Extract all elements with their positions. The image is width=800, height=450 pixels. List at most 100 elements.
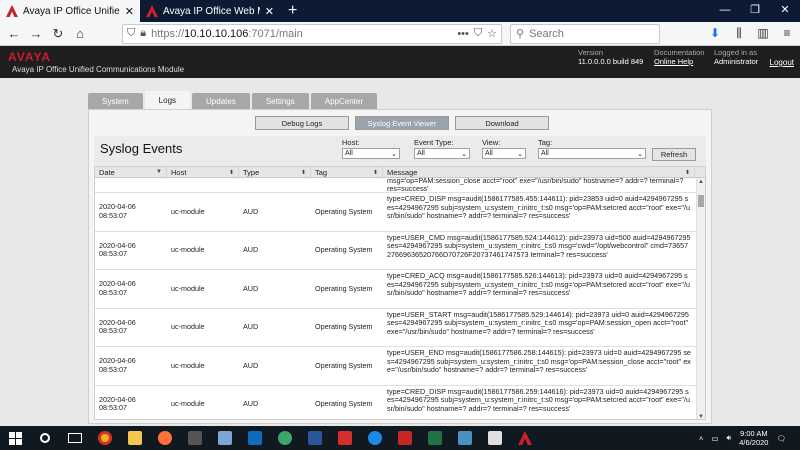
tab-appcenter[interactable]: AppCenter [310, 93, 377, 109]
app-taskbar-icon[interactable] [390, 426, 420, 450]
start-button[interactable] [0, 426, 30, 450]
type-cell: AUD [243, 245, 259, 254]
task-view-button[interactable] [60, 426, 90, 450]
volume-icon[interactable]: 🔊︎ [727, 433, 732, 443]
table-row[interactable]: 2020-04-06 08:53:07 uc-module AUD Operati… [95, 309, 697, 347]
table-row[interactable]: 2020-04-06 08:53:07 uc-module AUD Operati… [95, 270, 697, 309]
table-row[interactable]: 2020-04-06 08:53:07 uc-module AUD Operati… [95, 193, 697, 232]
close-tab-icon[interactable]: ✕ [125, 5, 134, 18]
app-taskbar-icon[interactable] [450, 426, 480, 450]
taskbar-search-button[interactable] [30, 426, 60, 450]
avaya-favicon-icon [146, 5, 158, 17]
home-icon[interactable]: ⌂ [70, 24, 90, 44]
scroll-up-icon[interactable]: ▲ [697, 179, 705, 185]
outlook-taskbar-icon[interactable] [240, 426, 270, 450]
tab-system[interactable]: System [88, 93, 143, 109]
library-icon[interactable]: ⫼ [730, 26, 748, 41]
tag-select[interactable]: All ⌄ [538, 148, 646, 159]
table-row[interactable]: 2020-04-06 08:53:07 uc-module AUD Operati… [95, 386, 697, 420]
debug-logs-button[interactable]: Debug Logs [255, 116, 349, 130]
menu-icon[interactable]: ≡ [778, 26, 796, 41]
table-row[interactable]: 2020-04-06 08:53:07 uc-module AUD Operati… [95, 232, 697, 270]
column-header-type[interactable]: Type ⬍ [239, 167, 311, 177]
avaya-logo: AVAYA [8, 50, 52, 64]
notifications-icon[interactable]: 🗨︎ [776, 434, 786, 443]
acrobat-taskbar-icon[interactable] [330, 426, 360, 450]
chrome-taskbar-icon[interactable] [90, 426, 120, 450]
tab-updates[interactable]: Updates [192, 93, 250, 109]
scroll-down-icon[interactable]: ▼ [697, 414, 705, 419]
online-help-link[interactable]: Online Help [654, 57, 704, 66]
host-select[interactable]: All ⌄ [342, 148, 400, 159]
sort-desc-icon: ▼ [156, 169, 162, 175]
calculator-taskbar-icon[interactable] [180, 426, 210, 450]
event-type-select[interactable]: All ⌄ [414, 148, 470, 159]
excel-taskbar-icon[interactable] [420, 426, 450, 450]
message-cell: type=CRED_ACQ msg=audit(1586177585.526:1… [387, 271, 690, 297]
lock-icon[interactable]: 🔒︎ [140, 27, 146, 40]
back-icon[interactable]: ← [4, 24, 24, 44]
sort-icon: ⬍ [372, 169, 378, 176]
search-input[interactable]: ⚲ Search [510, 23, 660, 44]
host-cell: uc-module [171, 206, 205, 216]
tag-cell: Operating System [315, 283, 373, 293]
download-button[interactable]: Download [455, 116, 549, 130]
table-row[interactable]: msg='op=PAM:session_close acct="root" ex… [95, 178, 697, 193]
new-tab-icon[interactable]: + [280, 0, 305, 22]
browser-tab-bar: Avaya IP Office Unified Commu ✕ Avaya IP… [0, 0, 800, 22]
close-window-icon[interactable]: ✕ [770, 0, 800, 20]
browser-tab-ucm[interactable]: Avaya IP Office Unified Commu ✕ [0, 0, 140, 22]
bookmark-star-icon[interactable]: ☆ [487, 27, 497, 40]
avaya-taskbar-icon[interactable] [510, 426, 540, 450]
host-cell: uc-module [171, 322, 205, 331]
word-taskbar-icon[interactable] [300, 426, 330, 450]
network-icon[interactable]: ▭ [711, 434, 718, 443]
chevron-down-icon: ⌄ [517, 150, 523, 158]
url-host: 10.10.10.106 [184, 27, 249, 40]
browser-tab-title: Avaya IP Office Web Manager [163, 5, 260, 17]
view-select[interactable]: All ⌄ [482, 148, 526, 159]
forward-icon[interactable]: → [26, 24, 46, 44]
globe-taskbar-icon[interactable] [270, 426, 300, 450]
edge-taskbar-icon[interactable] [360, 426, 390, 450]
chevron-up-icon[interactable]: ˄ [699, 434, 703, 443]
column-header-message[interactable]: Message ⬍ [383, 167, 695, 177]
table-scrollbar[interactable]: ▲ ▼ [696, 178, 705, 419]
tab-logs[interactable]: Logs [144, 91, 191, 109]
version-value: 11.0.0.0.0 build 849 [578, 57, 644, 66]
date-cell: 2020-04-06 08:53:07 [99, 394, 136, 413]
filter-bar: Syslog Events Host: All ⌄ Event Type: All… [94, 136, 706, 166]
download-icon[interactable]: ⬇ [706, 26, 724, 41]
syslog-event-viewer-button[interactable]: Syslog Event Viewer [355, 116, 449, 130]
table-row[interactable]: 2020-04-06 08:53:07 uc-module AUD Operati… [95, 347, 697, 386]
shield-icon[interactable]: ⛉ [127, 27, 135, 40]
version-label: Version [578, 48, 604, 57]
minimize-icon[interactable]: — [710, 0, 740, 20]
app-taskbar-icon[interactable] [210, 426, 240, 450]
taskbar-clock[interactable]: 9:00 AM 4/6/2020 [739, 429, 768, 447]
reload-icon[interactable]: ↻ [48, 24, 68, 44]
close-tab-icon[interactable]: ✕ [265, 5, 274, 18]
tag-label: Tag: [538, 138, 553, 147]
url-bar[interactable]: ⛉ 🔒︎ https://10.10.10.106:7071/main ••• … [122, 23, 502, 44]
column-header-host[interactable]: Host ⬍ [167, 167, 239, 177]
app-taskbar-icon[interactable] [480, 426, 510, 450]
firefox-taskbar-icon[interactable] [150, 426, 180, 450]
column-header-date[interactable]: Date ▼ [95, 167, 167, 177]
scrollbar-thumb[interactable] [698, 195, 704, 207]
column-header-tag[interactable]: Tag ⬍ [311, 167, 383, 177]
tab-settings[interactable]: Settings [251, 93, 309, 109]
pocket-icon[interactable]: ⛉ [474, 27, 482, 40]
page-actions-icon[interactable]: ••• [457, 28, 469, 40]
refresh-button[interactable]: Refresh [652, 148, 696, 161]
maximize-icon[interactable]: ❐ [740, 0, 770, 20]
type-cell: AUD [243, 206, 259, 216]
task-view-icon [68, 433, 82, 443]
date-cell: 2020-04-06 08:53:07 [99, 279, 136, 297]
browser-tab-web-manager[interactable]: Avaya IP Office Web Manager ✕ [140, 0, 280, 22]
sidebar-icon[interactable]: ▥ [754, 26, 772, 41]
logout-link[interactable]: Logout [770, 58, 794, 67]
message-cell: type=CRED_DISP msg=audit(1586177585.455:… [387, 194, 690, 220]
file-explorer-taskbar-icon[interactable] [120, 426, 150, 450]
logged-in-user: Administrator [714, 57, 759, 66]
